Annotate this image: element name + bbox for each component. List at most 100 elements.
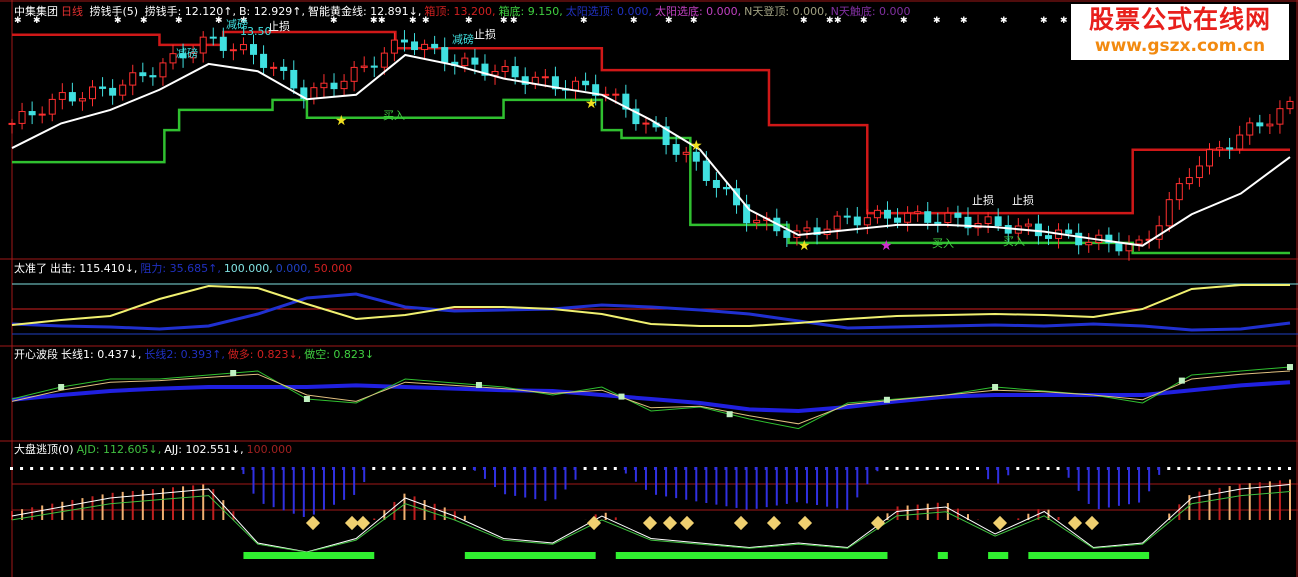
panel3-header-value: 做多: 0.823↓,: [227, 348, 302, 361]
top-dot: [422, 467, 426, 470]
signal-bar: [243, 552, 375, 559]
top-dot: [734, 467, 738, 470]
chart-canvas[interactable]: ★★★★★✱ ✱ ✱ ✱ ✱ ✱ ✱ ✱ ✱ ✱ ✱ ✱ ✱ ✱ ✱ ✱ ✱ ✱ ✱ ✱ ✱ ✱ ✱ ✱ ✱ ✱ ✱ ✱ ✱: [0, 0, 1298, 577]
top-dot: [996, 467, 1000, 470]
top-dot: [140, 467, 144, 470]
star-icon: ★: [880, 238, 893, 254]
candle-body: [904, 212, 912, 223]
candle-body: [924, 211, 932, 223]
candle-body: [853, 216, 861, 226]
top-dot: [382, 467, 386, 470]
candle-body: [340, 80, 348, 90]
top-dot: [955, 467, 959, 470]
top-dot: [1177, 467, 1181, 470]
top-dot: [150, 467, 154, 470]
candle-body: [944, 212, 952, 224]
top-dot: [784, 467, 788, 470]
top-dot: [1237, 467, 1241, 470]
top-dot: [553, 467, 557, 470]
reduce-label: 减磅: [452, 33, 474, 46]
top-dot: [503, 467, 507, 470]
candle-body: [471, 57, 479, 65]
candle-body: [1115, 242, 1123, 252]
candle-body: [783, 230, 791, 238]
top-dot: [1267, 467, 1271, 470]
main-header-value: 捞钱手: 12.120↑,: [144, 5, 236, 18]
top-dot: [583, 467, 587, 470]
diamond-icon: [797, 515, 813, 531]
top-dot: [1016, 467, 1020, 470]
candle-body: [250, 44, 258, 55]
panel2-header-value: 100.000,: [223, 262, 273, 275]
diamond-icon: [1067, 515, 1083, 531]
signal-marker-icon: ✱: [1060, 16, 1068, 26]
candle-body: [501, 66, 509, 73]
main-header-value: 箱底: 9.150,: [498, 5, 563, 18]
candle-body: [894, 217, 902, 223]
top-dot: [1096, 467, 1100, 470]
top-dot: [603, 467, 607, 470]
top-dot: [744, 467, 748, 470]
candle-body: [672, 144, 680, 155]
candle-body: [239, 44, 247, 51]
candle-body: [1135, 239, 1143, 245]
top-dot: [885, 467, 889, 470]
diamond-icon: [355, 515, 371, 531]
top-dot: [1106, 467, 1110, 470]
panel2-header: 太准了 出击: 115.410↓, 阻力: 35.685↑, 100.000, 0.00…: [14, 262, 358, 275]
top-dot: [513, 467, 517, 470]
top-dot: [1217, 467, 1221, 470]
main-header-value: 太阳选底: 0.000,: [654, 5, 742, 18]
candle-body: [1246, 122, 1254, 136]
top-dot: [472, 467, 476, 470]
candle-body: [400, 39, 408, 43]
top-dot: [1288, 467, 1291, 470]
top-dot: [1116, 467, 1120, 470]
candle-body: [89, 86, 97, 100]
top-dot: [623, 467, 627, 470]
signal-marker-icon: ✱: [960, 16, 968, 26]
signal-bar: [1028, 552, 1150, 559]
top-dot: [815, 467, 819, 470]
top-dot: [1197, 467, 1201, 470]
candle-body: [994, 216, 1002, 227]
candle-body: [1216, 147, 1224, 151]
top-dot: [1157, 467, 1161, 470]
top-dot: [694, 467, 698, 470]
candle-body: [1226, 147, 1234, 150]
top-dot: [704, 467, 708, 470]
main-header-value: 智能黄金线: 12.891↓,: [307, 5, 422, 18]
top-dot: [654, 467, 658, 470]
top-dot: [120, 467, 124, 470]
candle-body: [753, 219, 761, 224]
candle-body: [320, 82, 328, 89]
candle-body: [390, 39, 398, 54]
candle-body: [360, 65, 368, 68]
candle-body: [803, 227, 811, 232]
top-dot: [1187, 467, 1191, 470]
candle-body: [863, 217, 871, 226]
signal-bar: [988, 552, 1009, 559]
top-dot: [271, 467, 275, 470]
candle-body: [843, 215, 851, 218]
panel3-name: 开心波段: [14, 348, 58, 361]
candle-body: [1276, 108, 1284, 125]
reduce-label: 减磅: [176, 47, 198, 60]
diamond-icon: [679, 515, 695, 531]
panel4-name: 大盘逃顶(0): [14, 443, 74, 456]
candle-body: [38, 113, 46, 116]
candle-body: [1024, 223, 1032, 227]
candle-body: [1165, 199, 1173, 227]
top-dot: [342, 467, 346, 470]
top-dot: [643, 467, 647, 470]
top-dot: [130, 467, 134, 470]
signal-bar: [615, 552, 888, 559]
top-dot: [100, 467, 104, 470]
candle-body: [642, 122, 650, 125]
signal-square: [992, 384, 999, 390]
candle-body: [984, 216, 992, 224]
top-dot: [613, 467, 617, 470]
top-dot: [1257, 467, 1261, 470]
candle-body: [833, 215, 841, 230]
candle-body: [461, 57, 469, 67]
